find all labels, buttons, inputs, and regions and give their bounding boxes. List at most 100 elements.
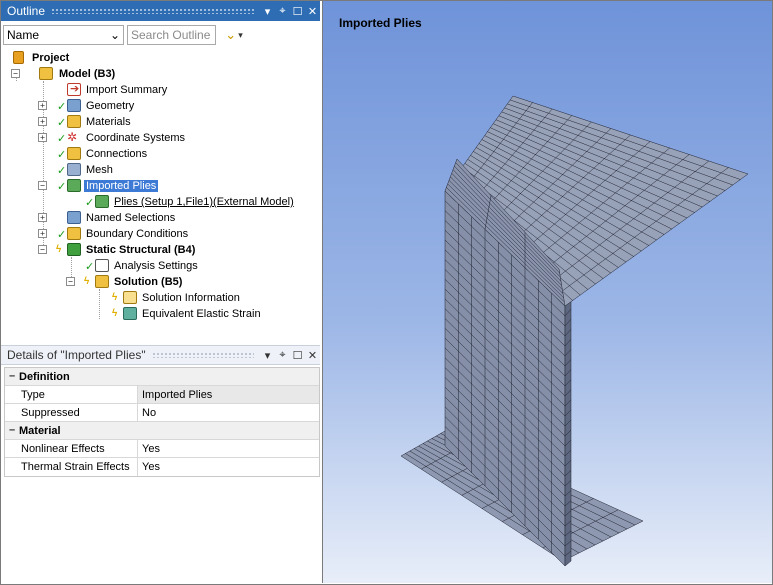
geometry-icon xyxy=(67,99,81,112)
maximize-icon[interactable]: ☐ xyxy=(290,5,305,18)
tree-label: Model (B3) xyxy=(59,68,116,80)
collapse-toggle[interactable]: − xyxy=(5,371,19,382)
tree-label: Analysis Settings xyxy=(114,260,198,272)
composite-mesh xyxy=(400,95,749,567)
connections-icon xyxy=(67,147,81,160)
details-row-suppressed[interactable]: Suppressed No xyxy=(5,403,319,422)
property-value[interactable]: Yes xyxy=(138,443,319,455)
details-row-thermal-strain-effects[interactable]: Thermal Strain Effects Yes xyxy=(5,458,319,476)
left-panel: Outline ▾ ⌖ ☐ ✕ Name ⌄ Search Outline ⌄ ▾… xyxy=(1,1,320,583)
details-row-nonlinear-effects[interactable]: Nonlinear Effects Yes xyxy=(5,439,319,458)
tree-label: Geometry xyxy=(86,100,135,112)
materials-icon xyxy=(67,115,81,128)
close-icon[interactable]: ✕ xyxy=(305,5,320,18)
dropdown-arrow-icon[interactable]: ▾ xyxy=(260,349,275,362)
tree-item-project[interactable]: Project xyxy=(11,50,311,66)
tree-label: Named Selections xyxy=(86,212,176,224)
collapse-toggle[interactable]: − xyxy=(11,69,20,78)
tree-item-model[interactable]: − Model (B3) xyxy=(11,66,311,82)
collapse-toggle[interactable]: − xyxy=(38,181,47,190)
tree-label-selected: Imported Plies xyxy=(84,180,159,192)
web-edge xyxy=(564,298,572,567)
property-key: Suppressed xyxy=(19,403,138,422)
filter-dropdown-icon[interactable]: ⌄ ▾ xyxy=(219,25,249,45)
details-title: Details of "Imported Plies" xyxy=(7,348,146,362)
close-icon[interactable]: ✕ xyxy=(305,349,320,362)
tree-label: Materials xyxy=(86,116,131,128)
expand-toggle[interactable]: + xyxy=(38,229,47,238)
lightning-icon: ϟ xyxy=(112,308,118,319)
collapse-toggle[interactable]: − xyxy=(38,245,47,254)
graphics-viewport[interactable]: Imported Plies xyxy=(322,1,772,583)
named-selections-icon xyxy=(67,211,81,224)
search-input[interactable]: Search Outline xyxy=(127,25,216,45)
coordinate-axes-icon: ✲ xyxy=(67,130,78,144)
category-label: Material xyxy=(19,424,61,437)
drag-handle[interactable] xyxy=(51,8,254,14)
outline-title: Outline xyxy=(7,4,46,18)
collapse-toggle[interactable]: − xyxy=(5,425,19,436)
tree-label: Connections xyxy=(86,148,148,160)
solution-information-icon xyxy=(123,291,137,304)
check-icon: ✓ xyxy=(85,197,95,209)
tree-item-geometry[interactable]: + ✓ Geometry xyxy=(11,98,311,114)
maximize-icon[interactable]: ☐ xyxy=(290,349,305,362)
tree-item-boundary-conditions[interactable]: + ✓ Boundary Conditions xyxy=(11,226,311,242)
check-icon: ✓ xyxy=(57,149,67,161)
outline-tree: Project − Model (B3) ➔ Import Summary + … xyxy=(1,49,320,339)
tree-item-mesh[interactable]: ✓ Mesh xyxy=(11,162,311,178)
details-row-type[interactable]: Type Imported Plies xyxy=(5,385,319,404)
tree-label: Static Structural (B4) xyxy=(86,244,196,256)
tree-item-connections[interactable]: ✓ Connections xyxy=(11,146,311,162)
collapse-toggle[interactable]: − xyxy=(66,277,75,286)
pin-icon[interactable]: ⌖ xyxy=(275,349,290,362)
tree-label: Coordinate Systems xyxy=(86,132,186,144)
tree-item-import-summary[interactable]: ➔ Import Summary xyxy=(11,82,311,98)
tree-label: Import Summary xyxy=(86,84,168,96)
property-value[interactable]: No xyxy=(138,407,319,419)
tree-item-solution[interactable]: − ϟ Solution (B5) xyxy=(11,274,311,290)
model-icon xyxy=(39,67,53,80)
pin-icon[interactable]: ⌖ xyxy=(275,5,290,18)
lightning-icon: ϟ xyxy=(112,292,118,303)
property-key: Type xyxy=(19,385,138,404)
expand-toggle[interactable]: + xyxy=(38,101,47,110)
property-value: Imported Plies xyxy=(138,386,319,403)
check-icon: ✓ xyxy=(57,101,67,113)
details-title-bar: Details of "Imported Plies" ▾ ⌖ ☐ ✕ xyxy=(1,345,320,365)
category-material[interactable]: − Material xyxy=(5,422,319,440)
drag-handle[interactable] xyxy=(151,352,254,358)
category-label: Definition xyxy=(19,370,70,383)
tree-item-materials[interactable]: + ✓ Materials xyxy=(11,114,311,130)
expand-toggle[interactable]: + xyxy=(38,133,47,142)
check-icon: ✓ xyxy=(57,117,67,129)
boundary-conditions-icon xyxy=(67,227,81,240)
solution-icon xyxy=(95,275,109,288)
tree-label: Solution Information xyxy=(142,292,240,304)
project-icon xyxy=(13,51,24,64)
tree-item-imported-plies[interactable]: − ✓ Imported Plies xyxy=(11,178,311,194)
expand-toggle[interactable]: + xyxy=(38,213,47,222)
tree-item-analysis-settings[interactable]: ✓ Analysis Settings xyxy=(11,258,311,274)
mesh-icon xyxy=(67,163,81,176)
check-icon: ✓ xyxy=(85,261,95,273)
tree-item-solution-information[interactable]: ϟ Solution Information xyxy=(11,290,311,306)
tree-label: Equivalent Elastic Strain xyxy=(142,308,261,320)
check-icon: ✓ xyxy=(57,133,67,145)
property-value[interactable]: Yes xyxy=(138,461,319,473)
import-icon: ➔ xyxy=(67,83,81,96)
tree-item-static-structural[interactable]: − ϟ Static Structural (B4) xyxy=(11,242,311,258)
category-definition[interactable]: − Definition xyxy=(5,368,319,386)
dropdown-arrow-icon[interactable]: ▾ xyxy=(260,5,275,18)
tree-item-named-selections[interactable]: + Named Selections xyxy=(11,210,311,226)
expand-toggle[interactable]: + xyxy=(38,117,47,126)
property-key: Thermal Strain Effects xyxy=(19,458,138,476)
tree-item-plies[interactable]: ✓ Plies (Setup 1,File1)(External Model) xyxy=(11,194,311,210)
search-placeholder: Search Outline xyxy=(131,28,211,42)
property-key: Nonlinear Effects xyxy=(19,439,138,458)
tree-item-coordinate-systems[interactable]: + ✓ ✲ Coordinate Systems xyxy=(11,130,311,146)
name-select[interactable]: Name ⌄ xyxy=(3,25,124,45)
check-icon: ✓ xyxy=(57,181,67,193)
tree-item-equivalent-elastic-strain[interactable]: ϟ Equivalent Elastic Strain xyxy=(11,306,311,322)
details-grid: − Definition Type Imported Plies Suppres… xyxy=(4,367,320,477)
